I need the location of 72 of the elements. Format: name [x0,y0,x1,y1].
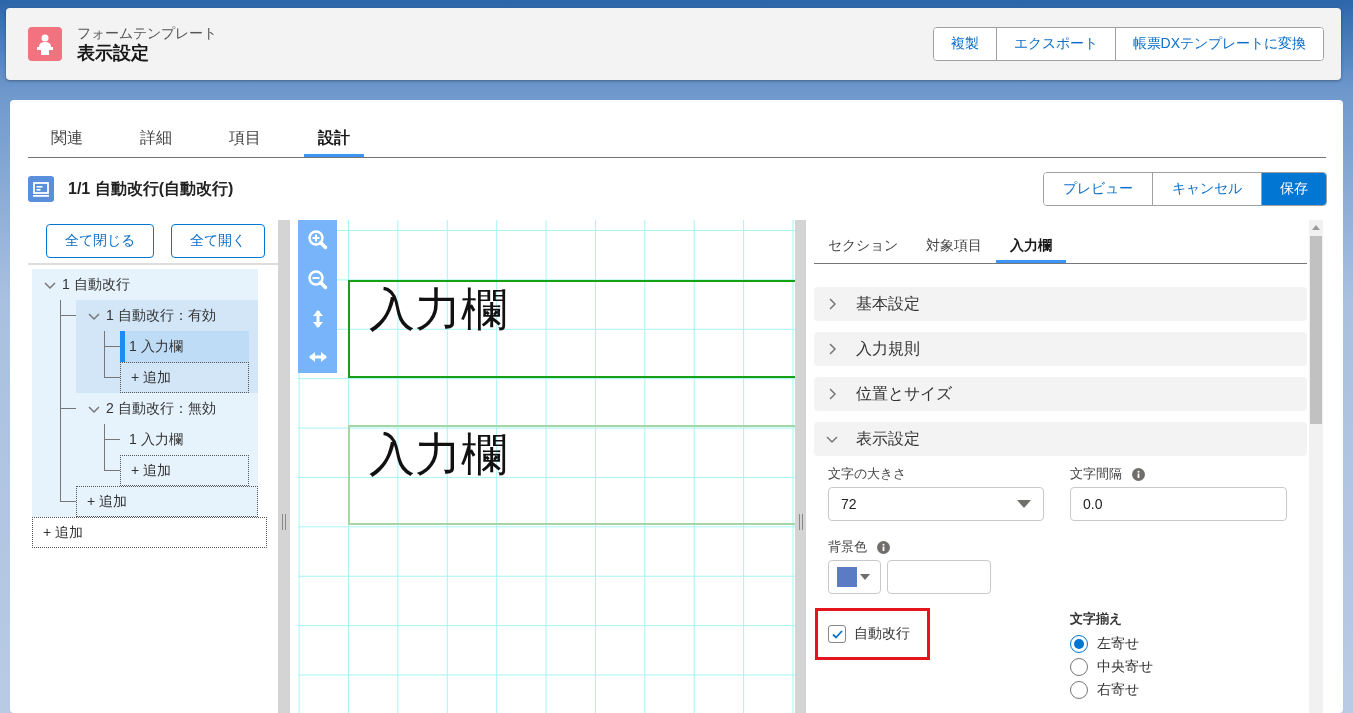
tab[interactable]: 詳細 [126,123,186,157]
tab[interactable]: 項目 [215,123,275,157]
zoom-out-icon[interactable] [306,269,329,291]
tree-item[interactable]: 1 入力欄 [120,424,249,455]
tab[interactable]: 関連 [37,123,97,157]
radio-button[interactable] [1070,680,1088,699]
add-item[interactable]: + 追加 [76,486,258,517]
chevron-icon [826,388,838,400]
info-icon[interactable] [1132,467,1145,481]
add-item[interactable]: + 追加 [32,517,267,548]
select-field[interactable]: 72 [828,487,1044,521]
checkbox-label: 自動改行 [854,625,910,643]
section-title: 基本設定 [856,293,920,314]
radio-label: 左寄せ [1097,634,1139,653]
radio-label: 右寄せ [1097,680,1139,699]
color-picker[interactable] [828,560,881,594]
caret-icon [1017,500,1031,508]
field-text: 入力欄 [369,282,507,336]
input-field[interactable] [887,560,991,594]
field-text: 入力欄 [369,427,507,481]
tree-button[interactable]: 全て閉じる [46,224,154,258]
object-type: フォームテンプレート [77,24,217,42]
scroll-thumb[interactable] [1310,236,1322,424]
accordion-section[interactable]: 位置とサイズ [814,377,1307,411]
grip-icon[interactable] [281,514,287,530]
add-item[interactable]: + 追加 [120,455,249,486]
tree-node[interactable]: 1 自動改行：有効 [76,300,258,331]
tab[interactable]: 入力欄 [996,232,1066,263]
tree-item[interactable]: 1 入力欄 [120,331,249,362]
checkbox[interactable] [828,625,846,643]
record-title: 表示設定 [77,42,150,64]
zoom-in-icon[interactable] [306,229,329,251]
radio-button[interactable] [1070,657,1088,676]
chevron-icon [826,298,838,310]
radio-button[interactable] [1070,634,1088,653]
tree-button[interactable]: 全て開く [171,224,265,258]
scrollbar[interactable] [1309,220,1323,713]
node-label: 1 自動改行：有効 [106,306,216,325]
tab[interactable]: 設計 [304,123,364,157]
section-title: 位置とサイズ [856,383,952,404]
action-button[interactable]: 保存 [1261,173,1326,205]
tab[interactable]: セクション [814,232,912,263]
field-label: 背景色 [828,538,867,556]
tab[interactable]: 対象項目 [912,232,996,263]
section-title: 表示設定 [856,428,920,449]
radio-label: 中央寄せ [1097,657,1153,676]
podium-icon [28,27,62,61]
accordion-section[interactable]: 基本設定 [814,287,1307,321]
grip-icon[interactable] [797,514,804,530]
tree-node[interactable]: 1 自動改行 [32,269,258,300]
field-label: 文字間隔 [1070,465,1122,483]
canvas-field[interactable]: 入力欄 [348,280,795,378]
info-icon[interactable] [877,540,890,554]
section-title: 入力規則 [856,338,920,359]
check-icon [831,629,843,639]
node-label: 2 自動改行：無効 [106,399,216,418]
tree-node[interactable]: 2 自動改行：無効 [76,393,258,424]
scroll-up-icon[interactable] [1312,225,1320,230]
node-label: 1 自動改行 [62,275,130,294]
input-field[interactable]: 0.0 [1070,487,1287,521]
record-heading: 1/1 自動改行(自動改行) [68,178,234,199]
action-button[interactable]: 帳票DXテンプレートに変換 [1114,28,1323,60]
chevron-icon [826,433,838,445]
field-label: 文字の大きさ [828,465,906,483]
accordion-section[interactable]: 入力規則 [814,332,1307,366]
caret-icon [860,574,870,580]
canvas-field[interactable]: 入力欄 [348,425,795,525]
chevron-icon [826,343,838,355]
group-label: 文字揃え [1070,610,1123,628]
accordion-section[interactable]: 表示設定 [814,422,1307,456]
add-item[interactable]: + 追加 [120,362,249,393]
record-icon [28,176,54,202]
